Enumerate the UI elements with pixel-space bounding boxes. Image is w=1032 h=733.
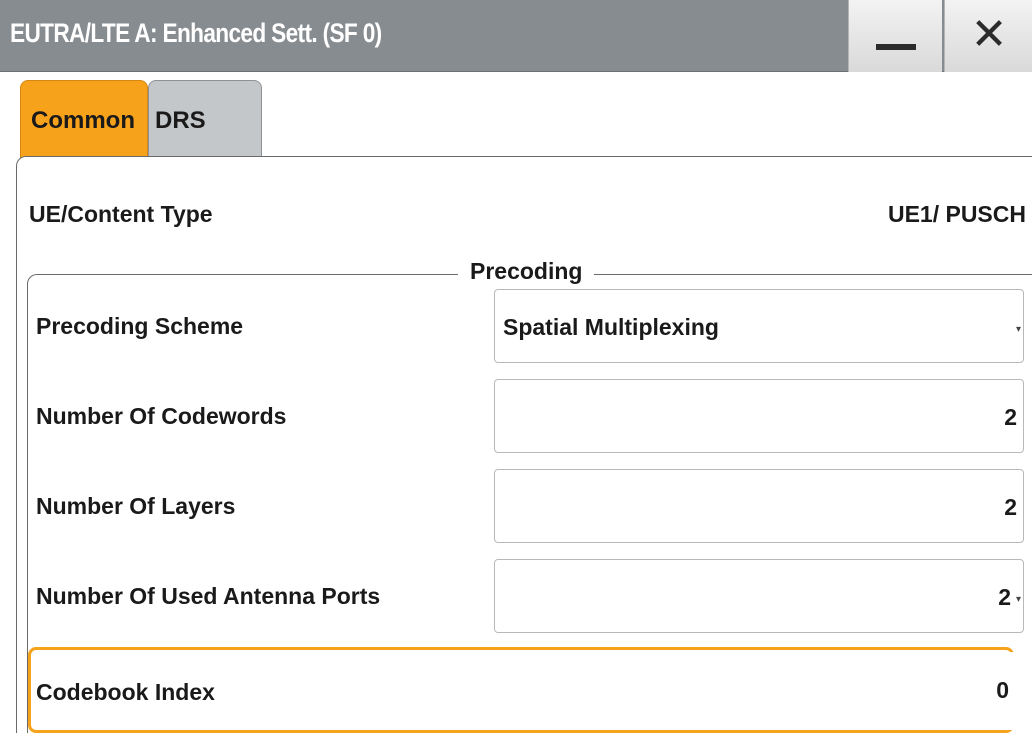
precoding-scheme-label: Precoding Scheme: [36, 313, 244, 339]
tab-drs[interactable]: DRS: [148, 80, 262, 158]
number-of-layers-row: Number Of Layers 2: [28, 467, 1032, 545]
codebook-index-row: Codebook Index 0: [28, 647, 1016, 733]
number-of-used-antenna-ports-row: Number Of Used Antenna Ports 2 ▾: [28, 557, 1032, 635]
number-of-codewords-label: Number Of Codewords: [36, 403, 287, 429]
tab-common[interactable]: Common: [20, 80, 148, 160]
precoding-group: Precoding Precoding Scheme Spatial Multi…: [27, 258, 1032, 733]
minimize-icon: [876, 44, 916, 50]
number-of-used-antenna-ports-label: Number Of Used Antenna Ports: [36, 583, 381, 609]
codebook-index-field[interactable]: 0: [494, 652, 1016, 730]
common-panel: UE/Content Type UE1/ PUSCH Precoding Pre…: [16, 156, 1032, 733]
precoding-group-title: Precoding: [458, 258, 595, 285]
number-of-codewords-value: 2: [1004, 404, 1017, 430]
enhanced-settings-dialog: EUTRA/LTE A: Enhanced Sett. (SF 0) ✕ Com…: [0, 0, 1032, 733]
close-button[interactable]: ✕: [944, 0, 1032, 72]
number-of-codewords-row: Number Of Codewords 2: [28, 377, 1032, 455]
ue-content-type-value: UE1/ PUSCH: [887, 201, 1026, 227]
codebook-index-label: Codebook Index: [36, 679, 215, 705]
precoding-scheme-value: Spatial Multiplexing: [503, 314, 719, 340]
precoding-scheme-row: Precoding Scheme Spatial Multiplexing ▾: [28, 287, 1032, 365]
window-title: EUTRA/LTE A: Enhanced Sett. (SF 0): [10, 18, 382, 48]
codebook-index-value: 0: [996, 677, 1009, 703]
number-of-layers-field[interactable]: 2: [494, 469, 1024, 543]
number-of-used-antenna-ports-select[interactable]: 2 ▾: [494, 559, 1024, 633]
dropdown-arrow-icon: ▾: [1015, 324, 1021, 335]
close-icon: ✕: [970, 10, 1008, 59]
minimize-button[interactable]: [848, 0, 942, 72]
number-of-used-antenna-ports-value: 2: [998, 584, 1011, 610]
title-bar: EUTRA/LTE A: Enhanced Sett. (SF 0) ✕: [0, 0, 1032, 72]
number-of-layers-value: 2: [1004, 494, 1017, 520]
precoding-scheme-select[interactable]: Spatial Multiplexing ▾: [494, 289, 1024, 363]
number-of-codewords-field[interactable]: 2: [494, 379, 1024, 453]
tab-strip: Common DRS: [0, 72, 1032, 160]
number-of-layers-label: Number Of Layers: [36, 493, 236, 519]
ue-content-type-label: UE/Content Type: [29, 201, 213, 227]
dropdown-arrow-icon: ▾: [1015, 594, 1021, 605]
